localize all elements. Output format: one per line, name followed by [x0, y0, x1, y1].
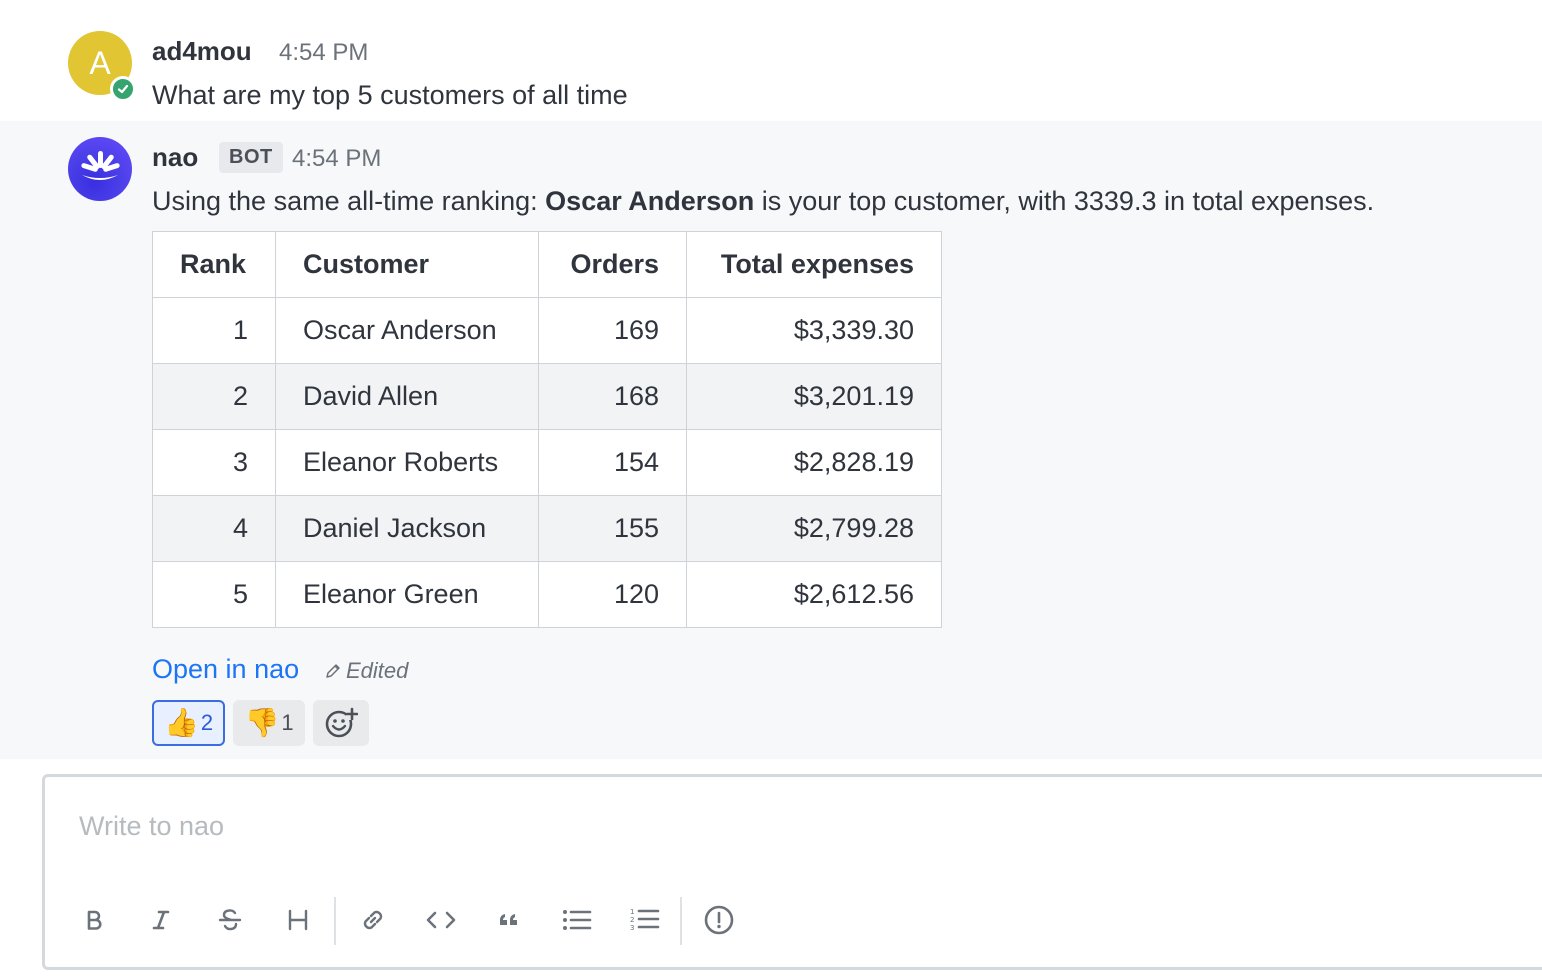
cell-orders: 155 — [538, 495, 687, 562]
cell-orders: 168 — [538, 363, 687, 430]
bot-avatar[interactable] — [68, 137, 132, 201]
edited-label: Edited — [346, 658, 409, 683]
thumbs-up-icon: 👍 — [163, 707, 199, 738]
table-row: 1 Oscar Anderson 169 $3,339.30 — [152, 297, 942, 364]
cell-total: $2,828.19 — [686, 429, 942, 496]
table-row: 2 David Allen 168 $3,201.19 — [152, 363, 942, 430]
link-icon[interactable] — [350, 895, 396, 945]
message-time: 4:54 PM — [292, 145, 382, 172]
pencil-icon — [326, 664, 340, 678]
cell-orders: 154 — [538, 429, 687, 496]
cell-customer: David Allen — [275, 363, 539, 430]
text-segment: is your top customer, with 3339.3 in tot… — [754, 186, 1375, 216]
toolbar-divider — [680, 897, 682, 945]
text-bold: Oscar Anderson — [545, 186, 755, 216]
header-customer: Customer — [275, 231, 539, 298]
add-emoji-icon — [325, 707, 358, 738]
add-reaction-button[interactable] — [313, 700, 369, 746]
svg-text:2: 2 — [630, 916, 634, 924]
header-rank: Rank — [152, 231, 276, 298]
bold-icon[interactable] — [71, 895, 117, 945]
cell-customer: Eleanor Green — [275, 561, 539, 628]
heading-icon[interactable] — [275, 895, 321, 945]
cell-total: $3,339.30 — [686, 297, 942, 364]
ordered-list-icon[interactable]: 123 — [622, 895, 668, 945]
online-status-icon — [110, 76, 136, 102]
message-text: What are my top 5 customers of all time — [152, 80, 628, 110]
open-in-nao-link[interactable]: Open in nao — [152, 654, 299, 685]
svg-text:3: 3 — [630, 924, 634, 932]
quote-icon[interactable] — [486, 895, 532, 945]
toolbar-divider — [334, 897, 336, 945]
avatar-letter: A — [89, 44, 111, 81]
results-table: Rank Customer Orders Total expenses 1 Os… — [152, 231, 942, 628]
message-input[interactable] — [79, 811, 1479, 842]
table-row: 3 Eleanor Roberts 154 $2,828.19 — [152, 429, 942, 496]
nao-logo-icon — [81, 151, 120, 180]
cell-rank: 2 — [152, 363, 276, 430]
cell-total: $3,201.19 — [686, 363, 942, 430]
bot-badge: BOT — [219, 142, 283, 173]
formatting-toolbar: 123 — [45, 895, 1542, 945]
table-header-row: Rank Customer Orders Total expenses — [152, 231, 942, 298]
cell-total: $2,799.28 — [686, 495, 942, 562]
reaction-thumbs-down[interactable]: 👎 1 — [233, 700, 305, 746]
cell-orders: 120 — [538, 561, 687, 628]
cell-customer: Eleanor Roberts — [275, 429, 539, 496]
cell-customer: Oscar Anderson — [275, 297, 539, 364]
message-author[interactable]: ad4mou — [152, 36, 252, 67]
bullet-list-icon[interactable] — [554, 895, 600, 945]
cell-orders: 169 — [538, 297, 687, 364]
strike-icon[interactable] — [207, 895, 253, 945]
italic-icon[interactable] — [138, 895, 184, 945]
text-segment: Using the same all-time ranking: — [152, 186, 546, 216]
reaction-count: 1 — [281, 710, 294, 735]
thumbs-down-icon: 👎 — [244, 707, 280, 738]
table-row: 5 Eleanor Green 120 $2,612.56 — [152, 561, 942, 628]
svg-text:1: 1 — [630, 908, 634, 916]
cell-customer: Daniel Jackson — [275, 495, 539, 562]
message-author[interactable]: nao — [152, 142, 198, 173]
message-composer: 123 — [42, 774, 1542, 970]
alert-icon[interactable] — [696, 895, 742, 945]
cell-rank: 5 — [152, 561, 276, 628]
cell-total: $2,612.56 — [686, 561, 942, 628]
cell-rank: 1 — [152, 297, 276, 364]
message-user: A ad4mou 4:54 PM What are my top 5 custo… — [0, 0, 1542, 121]
message-text: Using the same all-time ranking: Oscar A… — [152, 186, 1374, 217]
header-total-expenses: Total expenses — [686, 231, 942, 298]
code-icon[interactable] — [418, 895, 464, 945]
message-time: 4:54 PM — [279, 39, 369, 66]
cell-rank: 4 — [152, 495, 276, 562]
cell-rank: 3 — [152, 429, 276, 496]
reaction-count: 2 — [200, 710, 214, 735]
table-row: 4 Daniel Jackson 155 $2,799.28 — [152, 495, 942, 562]
header-orders: Orders — [538, 231, 687, 298]
reaction-thumbs-up[interactable]: 👍 2 — [152, 700, 225, 746]
edited-indicator: Edited — [324, 658, 408, 684]
